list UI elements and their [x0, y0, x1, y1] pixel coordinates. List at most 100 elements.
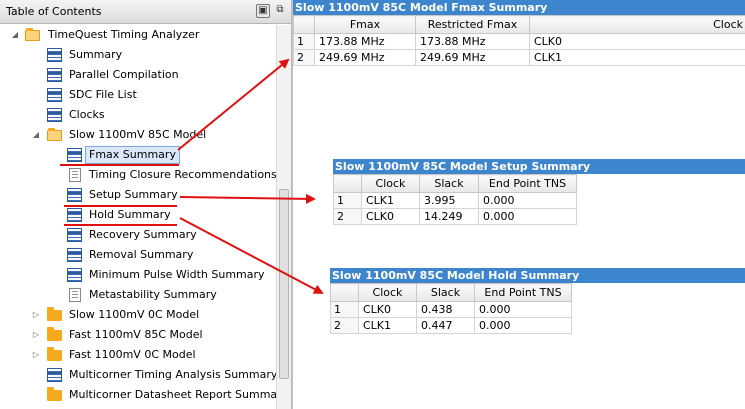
tree-item-parallel-compilation[interactable]: Parallel Compilation	[0, 65, 276, 85]
tree-item-sdc-file-list[interactable]: SDC File List	[0, 85, 276, 105]
fmax-summary-title: Slow 1100mV 85C Model Fmax Summary	[293, 0, 745, 15]
tree-item-metastability[interactable]: Metastability Summary	[0, 285, 276, 305]
cell-tns: 0.000	[478, 192, 577, 209]
collapse-arrow-icon[interactable]: ▷	[31, 349, 41, 361]
tree-item-label: Removal Summary	[89, 248, 194, 261]
toc-header: Table of Contents ▣ ⧉	[0, 0, 291, 24]
document-icon	[69, 288, 81, 302]
table-row[interactable]: 1 CLK1 3.995 0.000	[333, 192, 577, 209]
tree-item-fast-85c-model[interactable]: ▷ Fast 1100mV 85C Model	[0, 325, 276, 345]
column-header-clock[interactable]: Clock	[361, 174, 420, 193]
tree-item-label: Multicorner Timing Analysis Summary	[69, 368, 276, 381]
pin-icon[interactable]: ▣	[256, 4, 270, 18]
table-icon	[67, 188, 82, 202]
tree-item-timequest[interactable]: ◢ TimeQuest Timing Analyzer	[0, 25, 276, 45]
cell-slack: 14.249	[419, 208, 479, 225]
setup-summary-table: Clock Slack End Point TNS 1 CLK1 3.995 0…	[333, 174, 577, 225]
cell-fmax: 173.88 MHz	[314, 33, 416, 50]
tree-item-label: Metastability Summary	[89, 288, 217, 301]
tree-item-hold-summary[interactable]: Hold Summary	[0, 205, 276, 225]
tree-item-label: TimeQuest Timing Analyzer	[48, 28, 200, 41]
table-icon	[67, 268, 82, 282]
table-header-row: Clock Slack End Point TNS	[333, 174, 577, 193]
scrollbar-thumb[interactable]	[279, 189, 289, 379]
table-icon	[47, 88, 62, 102]
table-row[interactable]: 2 CLK0 14.249 0.000	[333, 208, 577, 225]
tree-item-label: Multicorner Datasheet Report Summary	[69, 388, 276, 401]
tree-item-label: Slow 1100mV 85C Model	[69, 128, 207, 141]
tree-item-slow-0c-model[interactable]: ▷ Slow 1100mV 0C Model	[0, 305, 276, 325]
column-header-slack[interactable]: Slack	[416, 283, 475, 302]
column-header[interactable]	[333, 174, 362, 193]
collapse-arrow-icon[interactable]: ▷	[31, 329, 41, 341]
tree-item-min-pulse-width[interactable]: Minimum Pulse Width Summary	[0, 265, 276, 285]
tree-item-label: Fast 1100mV 0C Model	[69, 348, 196, 361]
tree-item-recovery-summary[interactable]: Recovery Summary	[0, 225, 276, 245]
table-icon	[47, 368, 62, 382]
table-header-row: Clock Slack End Point TNS	[330, 283, 572, 302]
tree-item-timing-closure[interactable]: Timing Closure Recommendations	[0, 165, 276, 185]
column-header[interactable]	[330, 283, 359, 302]
table-icon	[47, 68, 62, 82]
toc-title: Table of Contents	[6, 5, 102, 18]
fmax-summary-panel: Slow 1100mV 85C Model Fmax Summary Fmax …	[293, 0, 745, 70]
hold-summary-title: Slow 1100mV 85C Model Hold Summary	[330, 268, 745, 283]
table-header-row: Fmax Restricted Fmax Clock	[293, 15, 745, 34]
column-header-clock[interactable]: Clock	[358, 283, 417, 302]
row-index: 2	[330, 317, 359, 334]
tree-item-label: Minimum Pulse Width Summary	[89, 268, 265, 281]
table-row[interactable]: 2 CLK1 0.447 0.000	[330, 317, 572, 334]
tree-item-clocks[interactable]: Clocks	[0, 105, 276, 125]
table-icon	[67, 228, 82, 242]
toc-tree: ◢ TimeQuest Timing Analyzer Summary Para…	[0, 25, 276, 409]
tree-item-multicorner-datasheet[interactable]: Multicorner Datasheet Report Summary	[0, 385, 276, 405]
row-index: 2	[333, 208, 362, 225]
tree-item-fmax-summary[interactable]: Fmax Summary	[0, 145, 276, 165]
cell-tns: 0.000	[474, 301, 572, 318]
hold-summary-panel: Slow 1100mV 85C Model Hold Summary Clock…	[330, 268, 745, 342]
tree-item-label: Summary	[69, 48, 123, 61]
tree-item-label: Fmax Summary	[85, 146, 180, 164]
row-index: 1	[330, 301, 359, 318]
column-header[interactable]	[293, 15, 315, 34]
tree-item-fast-0c-model[interactable]: ▷ Fast 1100mV 0C Model	[0, 345, 276, 365]
column-header-tns[interactable]: End Point TNS	[474, 283, 572, 302]
row-index: 1	[293, 33, 315, 50]
column-header-tns[interactable]: End Point TNS	[478, 174, 577, 193]
cell-tns: 0.000	[474, 317, 572, 334]
tree-item-multicorner-timing[interactable]: Multicorner Timing Analysis Summary	[0, 365, 276, 385]
table-row[interactable]: 1 173.88 MHz 173.88 MHz CLK0	[293, 33, 745, 50]
table-icon	[67, 148, 82, 162]
table-icon	[67, 208, 82, 222]
tree-item-label: Clocks	[69, 108, 105, 121]
folder-icon	[47, 347, 62, 361]
tree-item-slow-85c-model[interactable]: ◢ Slow 1100mV 85C Model	[0, 125, 276, 145]
column-header-restricted-fmax[interactable]: Restricted Fmax	[415, 15, 530, 34]
annotation-underline-fmax	[60, 164, 179, 166]
tree-item-summary[interactable]: Summary	[0, 45, 276, 65]
table-icon	[47, 48, 62, 62]
cell-slack: 3.995	[419, 192, 479, 209]
cell-clock: CLK0	[358, 301, 417, 318]
restore-window-icon[interactable]: ⧉	[273, 4, 287, 18]
table-row[interactable]: 2 249.69 MHz 249.69 MHz CLK1	[293, 49, 745, 66]
annotation-underline-setup	[64, 205, 177, 207]
row-index: 1	[333, 192, 362, 209]
toc-vertical-scrollbar[interactable]	[276, 25, 291, 409]
annotation-underline-hold	[64, 224, 177, 226]
tree-item-label: Recovery Summary	[89, 228, 197, 241]
column-header-fmax[interactable]: Fmax	[314, 15, 416, 34]
tree-item-label: Slow 1100mV 0C Model	[69, 308, 200, 321]
collapse-arrow-icon[interactable]: ▷	[31, 309, 41, 321]
table-row[interactable]: 1 CLK0 0.438 0.000	[330, 301, 572, 318]
hold-summary-table: Clock Slack End Point TNS 1 CLK0 0.438 0…	[330, 283, 572, 334]
expand-arrow-icon[interactable]: ◢	[31, 129, 41, 141]
table-icon	[67, 248, 82, 262]
cell-restricted-fmax: 249.69 MHz	[415, 49, 530, 66]
column-header-slack[interactable]: Slack	[419, 174, 479, 193]
tree-item-setup-summary[interactable]: Setup Summary	[0, 185, 276, 205]
expand-arrow-icon[interactable]: ◢	[10, 29, 20, 41]
tree-item-removal-summary[interactable]: Removal Summary	[0, 245, 276, 265]
folder-icon	[47, 387, 62, 401]
column-header-clock[interactable]: Clock	[529, 15, 745, 34]
